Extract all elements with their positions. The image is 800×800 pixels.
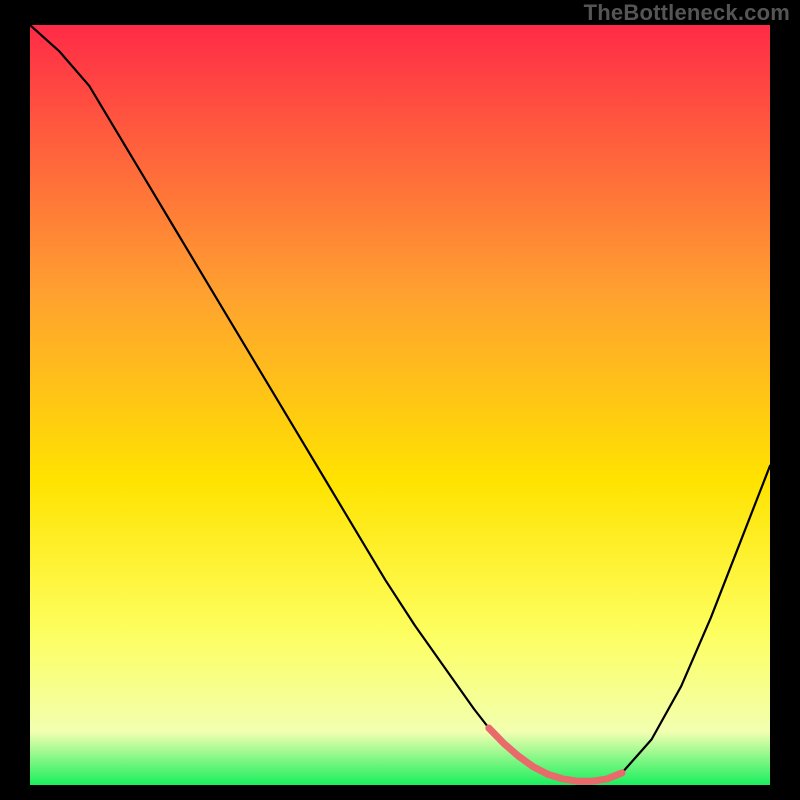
plot-svg (30, 25, 770, 785)
watermark-text: TheBottleneck.com (584, 0, 790, 26)
gradient-background (30, 25, 770, 785)
chart-frame: TheBottleneck.com (0, 0, 800, 800)
plot-area (30, 25, 770, 785)
